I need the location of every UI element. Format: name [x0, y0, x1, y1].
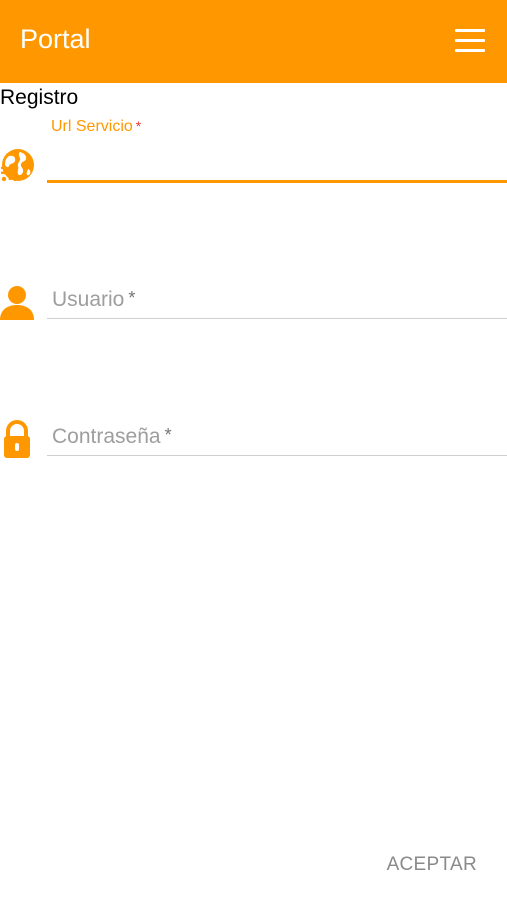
- password-underline: [47, 455, 507, 456]
- url-service-label-text: Url Servicio: [51, 118, 133, 135]
- url-service-label: Url Servicio *: [51, 118, 141, 136]
- app-bar: Portal: [0, 0, 507, 83]
- url-service-underline: [47, 180, 507, 183]
- password-input[interactable]: [48, 419, 507, 453]
- url-service-input[interactable]: [48, 144, 507, 178]
- accept-button[interactable]: ACEPTAR: [387, 850, 477, 880]
- menu-line: [455, 39, 485, 42]
- hamburger-menu-icon[interactable]: [453, 26, 487, 56]
- required-mark: *: [135, 118, 142, 134]
- username-underline: [47, 318, 507, 319]
- app-title: Portal: [20, 24, 91, 54]
- section-title: Registro: [0, 86, 79, 109]
- menu-line: [455, 49, 485, 52]
- username-input[interactable]: [48, 282, 507, 316]
- lock-icon: [2, 420, 38, 458]
- user-icon: [0, 284, 36, 320]
- menu-line: [455, 29, 485, 32]
- globe-wifi-icon: [0, 147, 36, 183]
